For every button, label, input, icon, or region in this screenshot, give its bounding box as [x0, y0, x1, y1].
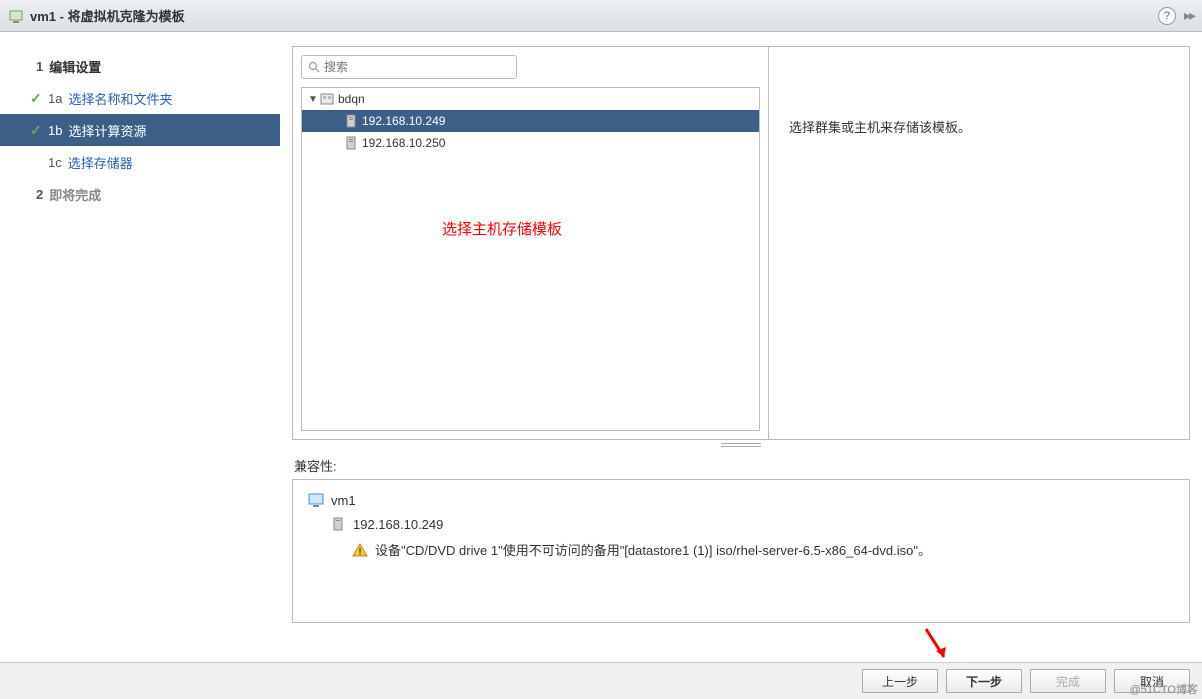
search-input-wrap[interactable]	[301, 55, 517, 79]
vm-icon	[8, 8, 24, 24]
wizard-sidebar: 1编辑设置 ✓ 1a 选择名称和文件夹 ✓ 1b 选择计算资源 1c 选择存储器…	[0, 32, 280, 662]
compat-host-name: 192.168.10.249	[353, 517, 443, 532]
help-icon[interactable]: ?	[1158, 7, 1176, 25]
wizard-step-1b[interactable]: ✓ 1b 选择计算资源	[0, 114, 280, 146]
search-input[interactable]	[324, 60, 510, 74]
compatibility-label: 兼容性:	[294, 456, 1190, 475]
tree-datacenter[interactable]: ▼ bdqn	[302, 88, 759, 110]
wizard-step-1: 1编辑设置	[0, 50, 280, 82]
host-icon	[344, 114, 358, 128]
host-icon	[344, 136, 358, 150]
tree-host-2[interactable]: 192.168.10.250	[302, 132, 759, 154]
tree-panel: ▼ bdqn 192.168.10.249	[293, 47, 769, 439]
main-content: 1编辑设置 ✓ 1a 选择名称和文件夹 ✓ 1b 选择计算资源 1c 选择存储器…	[0, 32, 1202, 662]
info-text: 选择群集或主机来存储该模板。	[789, 120, 971, 135]
info-panel: 选择群集或主机来存储该模板。	[769, 47, 1189, 439]
compat-warning-text: 设备"CD/DVD drive 1"使用不可访问的备用"[datastore1 …	[375, 540, 931, 559]
resource-tree: ▼ bdqn 192.168.10.249	[301, 87, 760, 431]
tree-label: bdqn	[338, 92, 365, 106]
content-area: ▼ bdqn 192.168.10.249	[280, 32, 1202, 662]
compat-host-row: 192.168.10.249	[307, 516, 1175, 532]
svg-text:!: !	[358, 547, 361, 557]
tree-label: 192.168.10.249	[362, 114, 445, 128]
annotation-text: 选择主机存储模板	[442, 218, 562, 239]
host-icon	[329, 516, 347, 532]
wizard-step-1a[interactable]: ✓ 1a 选择名称和文件夹	[0, 82, 280, 114]
compat-vm-row: vm1	[307, 492, 1175, 508]
datacenter-icon	[320, 92, 334, 106]
compatibility-panel: vm1 192.168.10.249 ! 设备"CD/DVD drive 1"使…	[292, 479, 1190, 623]
resource-panel: ▼ bdqn 192.168.10.249	[292, 46, 1190, 440]
tree-label: 192.168.10.250	[362, 136, 445, 150]
back-button[interactable]: 上一步	[862, 669, 938, 693]
disclosure-icon[interactable]: ▼	[308, 94, 320, 105]
titlebar: vm1 - 将虚拟机克隆为模板 ? ▸▸	[0, 0, 1202, 32]
search-box	[293, 47, 768, 87]
search-icon	[308, 61, 320, 73]
expand-arrows-icon[interactable]: ▸▸	[1184, 7, 1194, 24]
compat-vm-name: vm1	[331, 493, 356, 508]
vm-icon	[307, 492, 325, 508]
watermark: @51CTO博客	[1130, 681, 1198, 697]
warning-icon: !	[351, 542, 369, 558]
splitter-handle[interactable]	[292, 440, 1190, 450]
next-button[interactable]: 下一步	[946, 669, 1022, 693]
check-icon: ✓	[30, 122, 46, 139]
footer-buttons: 上一步 下一步 完成 取消	[0, 662, 1202, 699]
check-icon: ✓	[30, 90, 46, 107]
dialog-title: vm1 - 将虚拟机克隆为模板	[30, 6, 1158, 25]
compat-warning-row: ! 设备"CD/DVD drive 1"使用不可访问的备用"[datastore…	[307, 540, 1175, 559]
tree-host-1[interactable]: 192.168.10.249	[302, 110, 759, 132]
wizard-step-2: 2 即将完成	[0, 178, 280, 210]
finish-button: 完成	[1030, 669, 1106, 693]
wizard-step-1c[interactable]: 1c 选择存储器	[0, 146, 280, 178]
